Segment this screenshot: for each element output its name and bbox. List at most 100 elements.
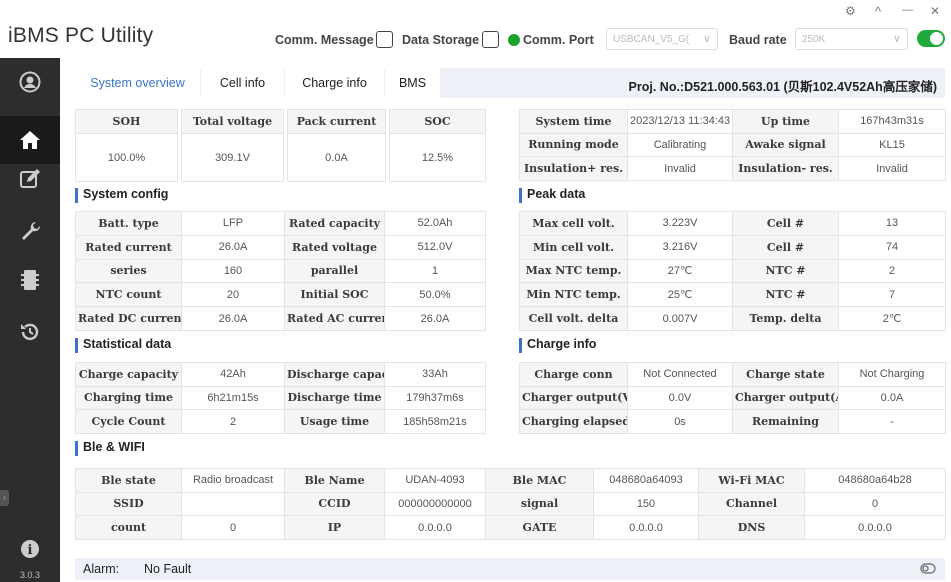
ble-wifi-value-cell: 0.0.0.0 [804, 515, 946, 540]
pack-current-label: Pack current [287, 109, 386, 134]
ble-wifi-value-cell: UDAN-4093 [384, 468, 486, 493]
soh-label: SOH [75, 109, 178, 134]
peak-data-row: Min NTC temp. 25℃ NTC #7 [519, 282, 946, 308]
peak-data-key-cell: NTC # [732, 258, 839, 284]
statistical-data-key-cell: Discharge capacity [284, 362, 385, 387]
charge-info-value-cell: - [838, 409, 946, 434]
statistical-data-row: Charge capacity42AhDischarge capacity33A… [75, 362, 486, 387]
tab-cell-info[interactable]: Cell info [201, 68, 284, 98]
peak-data-key-cell: Min cell volt. [519, 234, 628, 260]
toggle-icon[interactable] [920, 563, 936, 574]
close-icon[interactable]: ✕ [930, 4, 940, 18]
sidebar-item-user[interactable] [0, 58, 60, 106]
section-peak-data: Peak data [519, 187, 585, 205]
system-config-value-cell: 26.0A [384, 306, 486, 331]
system-time-label: System time [519, 109, 628, 134]
charge-info-key-cell: Charger output(V) [519, 385, 628, 411]
insulation-pos-label: Insulation+ res. [519, 156, 628, 181]
peak-data-value-cell: 3.216V [627, 234, 733, 260]
system-config-value-cell: 20 [181, 282, 285, 308]
ble-wifi-table: Ble state Radio broadcast Ble Name UDAN-409… [75, 468, 946, 540]
user-icon [19, 71, 41, 93]
tab-bms[interactable]: BMS [385, 68, 440, 98]
ble-wifi-key-cell: Wi-Fi MAC [698, 468, 805, 493]
ble-wifi-key-cell: Ble Name [284, 468, 385, 493]
peak-data-key-cell: Temp. delta [732, 306, 839, 331]
statistical-data-row: Charging time 6h21m15s Discharge time 179h3… [75, 385, 486, 411]
section-statistical-data: Statistical data [75, 337, 171, 355]
charge-info-value-cell: 0s [627, 409, 733, 434]
ble-wifi-row: Ble state Radio broadcast Ble Name UDAN-409… [75, 468, 946, 493]
edit-icon [20, 169, 40, 188]
overview-table: SOH Total voltage Pack current SOC 100.0… [75, 109, 486, 182]
soc-value: 12.5% [389, 133, 486, 182]
awake-signal-label: Awake signal [732, 132, 839, 158]
ble-wifi-value-cell: 0 [181, 515, 285, 540]
system-config-value-cell: 26.0A [181, 234, 285, 260]
ble-wifi-key-cell: DNS [698, 515, 805, 540]
battery-icon [21, 270, 39, 290]
ble-wifi-value-cell: 0.0.0.0 [593, 515, 699, 540]
info-icon: i [21, 540, 39, 558]
minimize-icon[interactable]: — [902, 4, 913, 16]
ble-wifi-key-cell: SSID [75, 491, 182, 517]
sidebar-collapse-handle[interactable]: › [0, 490, 9, 506]
sidebar-item-history[interactable] [0, 308, 60, 356]
charge-info-key-cell: Charger output(A) [732, 385, 839, 411]
comm-port-select[interactable]: USBCAN_V5_G( ∨ [606, 28, 718, 50]
system-status-table: System time 2023/12/13 11:34:43 Up time 167… [519, 109, 946, 181]
chevron-down-icon: ∨ [702, 33, 711, 45]
total-voltage-label: Total voltage [181, 109, 284, 134]
charge-info-row: Charge conn Not Connected Charge state Not … [519, 362, 946, 387]
ble-wifi-value-cell: 048680a64b28 [804, 468, 946, 493]
info-button[interactable]: i [0, 536, 60, 562]
comm-port-label: Comm. Port [523, 33, 594, 47]
statistical-data-key-cell: Charge capacity [75, 362, 182, 387]
peak-data-value-cell: 74 [838, 234, 946, 260]
tab-system-overview[interactable]: System overview [75, 68, 200, 98]
system-config-key-cell: Initial SOC [284, 282, 385, 308]
system-config-key-cell: Rated voltage [284, 234, 385, 260]
ble-wifi-value-cell: 0 [804, 491, 946, 517]
system-config-key-cell: NTC count [75, 282, 182, 308]
system-config-value-cell: 160 [181, 258, 285, 284]
ble-wifi-key-cell: IP [284, 515, 385, 540]
data-storage-checkbox[interactable] [482, 31, 499, 48]
ble-wifi-row: count 0 IP 0.0.0.0 GATE 0.0.0.0 DNS 0.0.0.0 [75, 515, 946, 540]
sidebar-item-edit[interactable] [0, 155, 60, 203]
charge-info-value-cell: 0.0A [838, 385, 946, 411]
charge-info-key-cell: Remaining [732, 409, 839, 434]
baud-rate-value: 250K [802, 34, 826, 45]
connect-toggle[interactable] [917, 30, 945, 47]
statistical-data-value-cell: 6h21m15s [181, 385, 285, 411]
settings-icon[interactable]: ⚙ [845, 4, 856, 18]
statistical-data-key-cell: Discharge time [284, 385, 385, 411]
charge-info-key-cell: Charge conn [519, 362, 628, 387]
connection-status-icon [508, 34, 520, 46]
charge-info-row: Charger output(V) 0.0V Charger output(A) 0.… [519, 385, 946, 411]
ble-wifi-key-cell: CCID [284, 491, 385, 517]
peak-data-row: Min cell volt. 3.216V Cell #74 [519, 234, 946, 260]
system-time-value: 2023/12/13 11:34:43 [627, 109, 733, 134]
system-config-value-cell: 512.0V [384, 234, 486, 260]
system-config-value-cell: 26.0A [181, 306, 285, 331]
collapse-icon[interactable]: ^ [875, 4, 881, 19]
ble-wifi-value-cell: Radio broadcast [181, 468, 285, 493]
system-config-key-cell: Rated DC current [75, 306, 182, 331]
pack-current-value: 0.0A [287, 133, 386, 182]
data-storage-label: Data Storage [402, 33, 480, 47]
peak-data-key-cell: NTC # [732, 282, 839, 308]
insulation-pos-value: Invalid [627, 156, 733, 181]
tab-charge-info[interactable]: Charge info [285, 68, 384, 98]
baud-rate-select[interactable]: 250K ∨ [795, 28, 908, 50]
peak-data-key-cell: Max cell volt. [519, 211, 628, 236]
peak-data-key-cell: Cell # [732, 234, 839, 260]
ble-wifi-key-cell: Ble state [75, 468, 182, 493]
peak-data-value-cell: 7 [838, 282, 946, 308]
statistical-data-value-cell: 2 [181, 409, 285, 434]
comm-message-checkbox[interactable] [376, 31, 393, 48]
sidebar-item-battery[interactable] [0, 256, 60, 304]
ble-wifi-key-cell: Channel [698, 491, 805, 517]
up-time-value: 167h43m31s [838, 109, 946, 134]
sidebar-item-tools[interactable] [0, 206, 60, 254]
